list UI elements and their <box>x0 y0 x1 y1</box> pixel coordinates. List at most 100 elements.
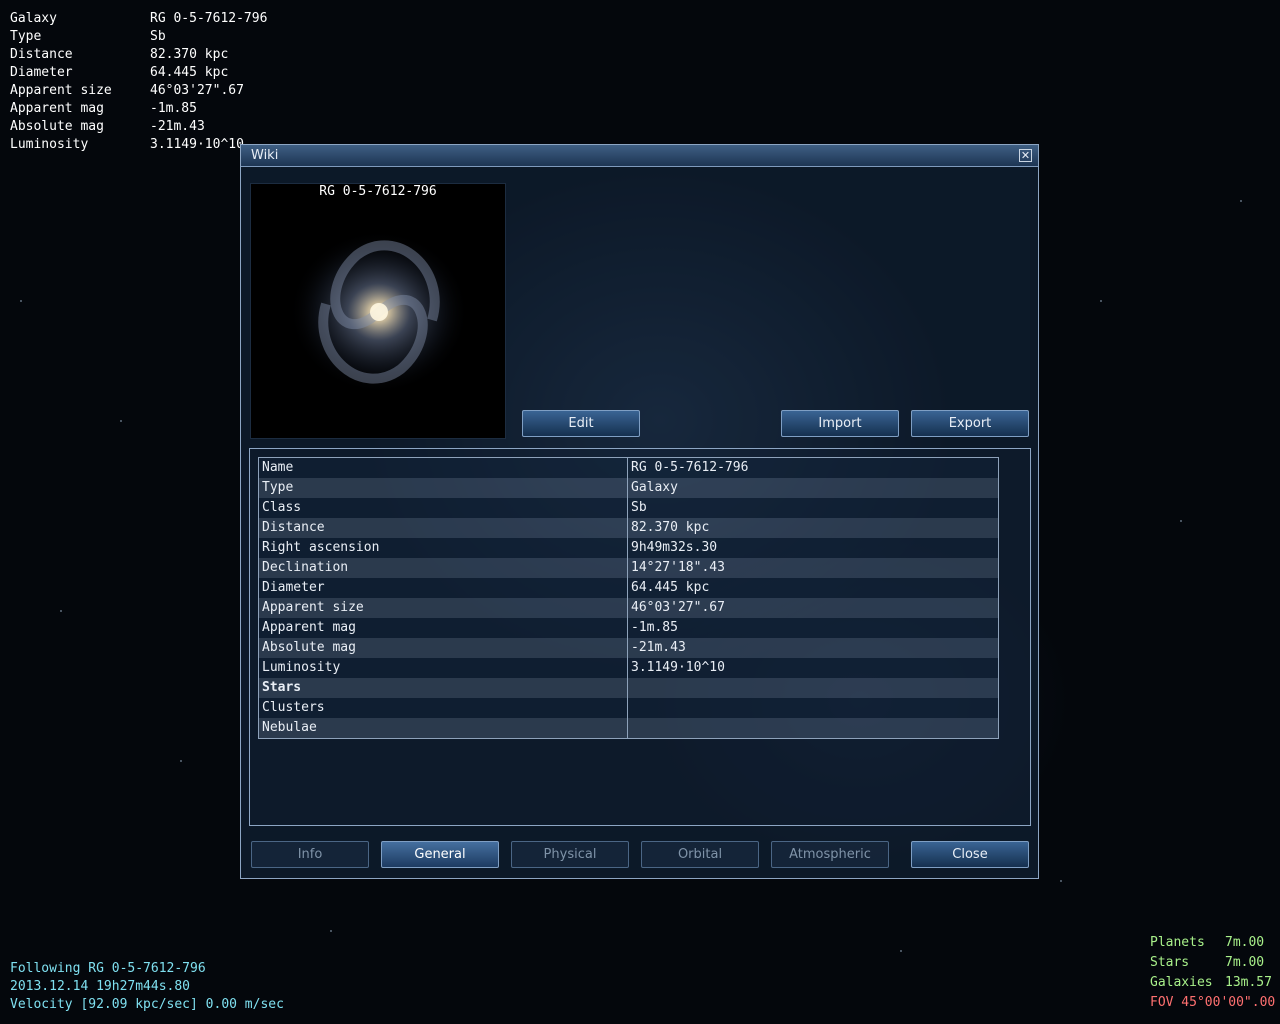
property-value: 3.1149·10^10 <box>631 660 725 675</box>
property-name: Name <box>259 458 628 478</box>
property-value: 46°03'27".67 <box>631 600 725 615</box>
import-button[interactable]: Import <box>781 410 899 437</box>
hud-row: Galaxy RG 0-5-7612-796 <box>10 10 267 28</box>
hud-row: Luminosity 3.1149·10^10 <box>10 136 267 154</box>
property-name: Declination <box>259 558 628 578</box>
property-value: RG 0-5-7612-796 <box>631 460 749 475</box>
limit-value: 7m.00 <box>1225 935 1265 950</box>
hud-label: Diameter <box>10 65 73 80</box>
hud-label: Luminosity <box>10 137 89 152</box>
tab-atmospheric[interactable]: Atmospheric <box>771 841 889 868</box>
table-row[interactable]: Type Galaxy <box>259 478 998 498</box>
hud-row: Apparent mag -1m.85 <box>10 100 267 118</box>
properties-table: Name RG 0-5-7612-796 Type Galaxy Class Sb D… <box>258 457 999 739</box>
hud-label: Apparent mag <box>10 101 104 116</box>
tab-orbital[interactable]: Orbital <box>641 841 759 868</box>
export-button[interactable]: Export <box>911 410 1029 437</box>
limit-value: 13m.57 <box>1225 975 1272 990</box>
table-row[interactable]: Apparent mag -1m.85 <box>259 618 998 638</box>
wiki-window: Wiki ✕ RG 0-5-7612-796 Edit Import Expor… <box>240 144 1039 879</box>
hud-value: -21m.43 <box>150 119 205 134</box>
property-value: -1m.85 <box>631 620 678 635</box>
property-value: 14°27'18".43 <box>631 560 725 575</box>
hud-value: 3.1149·10^10 <box>150 137 244 152</box>
table-row[interactable]: Absolute mag -21m.43 <box>259 638 998 658</box>
hud-value: -1m.85 <box>150 101 197 116</box>
table-row[interactable]: Nebulae <box>259 718 998 738</box>
hud-value: Sb <box>150 29 166 44</box>
table-row[interactable]: Declination 14°27'18".43 <box>259 558 998 578</box>
limit-label: Planets <box>1150 935 1205 950</box>
fov-text: FOV 45°00'00".00 <box>1150 995 1276 1010</box>
property-name: Clusters <box>259 698 628 718</box>
hud-label: Absolute mag <box>10 119 104 134</box>
datetime-text: 2013.12.14 19h27m44s.80 <box>10 979 191 994</box>
property-name: Luminosity <box>259 658 628 678</box>
property-name: Stars <box>259 678 628 698</box>
galaxies-limit: Galaxies 13m.57 <box>1150 973 1275 993</box>
close-x-icon[interactable]: ✕ <box>1019 149 1032 162</box>
planets-limit: Planets 7m.00 <box>1150 933 1275 953</box>
navigation-status: Following RG 0-5-7612-796 2013.12.14 19h… <box>10 960 284 1014</box>
hud-label: Apparent size <box>10 83 112 98</box>
property-name: Distance <box>259 518 628 538</box>
stars-limit: Stars 7m.00 <box>1150 953 1275 973</box>
magnitude-limits: Planets 7m.00 Stars 7m.00 Galaxies 13m.57 F… <box>1150 933 1275 1013</box>
galaxy-icon <box>289 230 469 394</box>
property-name: Apparent mag <box>259 618 628 638</box>
object-preview-image: RG 0-5-7612-796 <box>250 183 506 439</box>
table-row[interactable]: Luminosity 3.1149·10^10 <box>259 658 998 678</box>
edit-button[interactable]: Edit <box>522 410 640 437</box>
hud-row: Type Sb <box>10 28 267 46</box>
hud-value: 64.445 kpc <box>150 65 229 80</box>
table-row[interactable]: Clusters <box>259 698 998 718</box>
table-row[interactable]: Apparent size 46°03'27".67 <box>259 598 998 618</box>
preview-title: RG 0-5-7612-796 <box>319 184 437 199</box>
property-value <box>628 718 998 738</box>
object-info-hud: Galaxy RG 0-5-7612-796 Type Sb Distance 82.… <box>10 10 267 154</box>
property-value: Sb <box>631 500 647 515</box>
hud-row: Apparent size 46°03'27".67 <box>10 82 267 100</box>
hud-value: 46°03'27".67 <box>150 83 244 98</box>
property-value: 9h49m32s.30 <box>631 540 718 555</box>
table-row[interactable]: Stars <box>259 678 998 698</box>
table-row[interactable]: Right ascension 9h49m32s.30 <box>259 538 998 558</box>
property-value: 82.370 kpc <box>631 520 710 535</box>
tab-physical[interactable]: Physical <box>511 841 629 868</box>
property-value: -21m.43 <box>631 640 686 655</box>
table-row[interactable]: Name RG 0-5-7612-796 <box>259 458 998 478</box>
table-row[interactable]: Diameter 64.445 kpc <box>259 578 998 598</box>
hud-label: Galaxy <box>10 11 57 26</box>
property-name: Nebulae <box>259 718 628 738</box>
limit-value: 7m.00 <box>1225 955 1265 970</box>
properties-panel: Name RG 0-5-7612-796 Type Galaxy Class Sb D… <box>249 448 1031 826</box>
table-row[interactable]: Distance 82.370 kpc <box>259 518 998 538</box>
property-name: Right ascension <box>259 538 628 558</box>
window-title: Wiki <box>251 148 279 163</box>
hud-row: Distance 82.370 kpc <box>10 46 267 64</box>
property-value <box>628 678 998 698</box>
fov-readout: FOV 45°00'00".00 <box>1150 993 1275 1013</box>
property-value <box>628 698 998 718</box>
property-name: Apparent size <box>259 598 628 618</box>
property-name: Type <box>259 478 628 498</box>
following-text: Following RG 0-5-7612-796 <box>10 961 206 976</box>
hud-value: RG 0-5-7612-796 <box>150 11 268 26</box>
property-value: Galaxy <box>631 480 678 495</box>
table-row[interactable]: Class Sb <box>259 498 998 518</box>
property-name: Class <box>259 498 628 518</box>
property-value: 64.445 kpc <box>631 580 710 595</box>
close-button[interactable]: Close <box>911 841 1029 868</box>
tab-general[interactable]: General <box>381 841 499 868</box>
hud-label: Type <box>10 29 42 44</box>
hud-row: Absolute mag -21m.43 <box>10 118 267 136</box>
hud-label: Distance <box>10 47 73 62</box>
tab-info[interactable]: Info <box>251 841 369 868</box>
property-name: Diameter <box>259 578 628 598</box>
hud-row: Diameter 64.445 kpc <box>10 64 267 82</box>
hud-value: 82.370 kpc <box>150 47 229 62</box>
velocity-text: Velocity [92.09 kpc/sec] 0.00 m/sec <box>10 997 284 1012</box>
limit-label: Galaxies <box>1150 975 1213 990</box>
limit-label: Stars <box>1150 955 1190 970</box>
window-titlebar[interactable]: Wiki ✕ <box>241 145 1038 167</box>
